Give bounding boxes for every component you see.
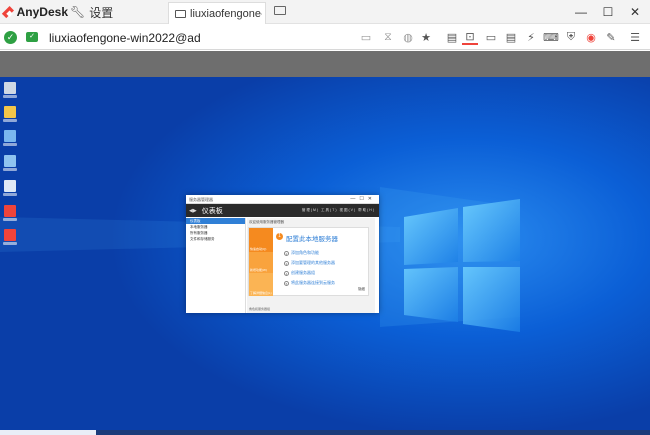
network-icon[interactable]	[3, 155, 17, 171]
permissions-icon[interactable]: ⛨	[563, 30, 579, 45]
tab-session[interactable]: liuxiaofengone-wi...	[168, 2, 266, 24]
sm-welcome-title[interactable]: 配置此本地服务器	[286, 233, 338, 243]
sm-nav-file-storage[interactable]: 文件和存储服务	[186, 236, 245, 242]
sm-step-number: 1	[276, 233, 283, 240]
address-bar: ✓ ✓ liuxiaofengone-win2022@ad ▭ ⧖ ◍ ★ ▤ …	[0, 25, 650, 50]
control-panel-icon[interactable]	[3, 180, 17, 196]
app-tab[interactable]: AnyDesk	[0, 0, 68, 24]
sm-window-controls[interactable]: —☐✕	[350, 195, 376, 204]
this-pc-icon[interactable]	[3, 130, 17, 146]
sm-main: 欢迎使用服务器管理器 快速启动(Q) 新增功能(W) 了解详细信息(L) 1 配…	[247, 218, 375, 313]
minimize-button[interactable]: —	[568, 0, 594, 24]
hamburger-menu-icon[interactable]: ☰	[627, 30, 643, 45]
folder-icon[interactable]	[3, 106, 17, 122]
sm-main-heading: 欢迎使用服务器管理器	[249, 220, 284, 224]
new-session-button[interactable]	[274, 6, 286, 15]
sm-roles-heading: 角色和服务器组	[249, 307, 271, 311]
monitor-icon[interactable]: ▭	[483, 30, 499, 45]
remote-taskbar-search[interactable]	[0, 430, 96, 435]
anydesk-logo-icon	[1, 6, 14, 18]
sm-window-title: 服务器管理器	[189, 197, 213, 202]
keyboard-icon[interactable]: ⌨	[543, 30, 559, 45]
sm-titlebar: 服务器管理器 —☐✕	[186, 195, 379, 204]
record-icon[interactable]: ◉	[583, 30, 599, 45]
anydesk-icon[interactable]	[3, 205, 17, 221]
sm-tile-quick-start[interactable]: 快速启动(Q)	[249, 228, 273, 252]
sm-back-icon[interactable]: ◀▶	[189, 208, 197, 214]
remote-taskbar	[0, 430, 650, 435]
sm-header-menu[interactable]: 管理(M) 工具(T) 视图(V) 帮助(H)	[302, 208, 375, 213]
sm-tile-whats-new[interactable]: 新增功能(W)	[249, 252, 273, 273]
tab-session-label: liuxiaofengone-wi...	[190, 7, 262, 20]
actions-icon[interactable]: ⚡	[523, 30, 539, 45]
server-manager-window[interactable]: 服务器管理器 —☐✕ ◀▶ 仪表板 管理(M) 工具(T) 视图(V) 帮助(H…	[186, 195, 379, 313]
title-bar: AnyDesk 🔧︎ 设置 liuxiaofengone-wi... — ☐ ✕	[0, 0, 650, 24]
sm-sidebar: 仪表板 本地服务器 所有服务器 文件和存储服务	[186, 218, 246, 313]
screen-ok-icon: ✓	[26, 32, 38, 42]
database-icon[interactable]: ◍	[400, 30, 416, 45]
connected-check-icon: ✓	[4, 31, 17, 44]
file-transfer-icon[interactable]: ▤	[444, 30, 460, 45]
sm-step[interactable]: 5 将此服务器连接到云服务	[284, 280, 335, 286]
remote-view-top-band	[0, 51, 650, 77]
sm-welcome-panel: 快速启动(Q) 新增功能(W) 了解详细信息(L) 1 配置此本地服务器 2 添加…	[248, 227, 369, 296]
sm-step[interactable]: 4 创建服务器组	[284, 270, 315, 276]
sm-hide-link[interactable]: 隐藏	[358, 287, 365, 292]
maximize-button[interactable]: ☐	[595, 0, 621, 24]
monitor-icon	[175, 9, 186, 18]
sm-step[interactable]: 3 添加要管理的其他服务器	[284, 260, 335, 266]
chat-bubble-icon[interactable]: ▤	[503, 30, 519, 45]
close-button[interactable]: ✕	[622, 0, 648, 24]
remote-address[interactable]: liuxiaofengone-win2022@ad	[49, 31, 201, 45]
recycle-bin-icon[interactable]	[3, 82, 17, 98]
remote-desktop-view[interactable]: 服务器管理器 —☐✕ ◀▶ 仪表板 管理(M) 工具(T) 视图(V) 帮助(H…	[0, 77, 650, 435]
app-name: AnyDesk	[16, 5, 68, 19]
wrench-icon: 🔧︎	[70, 5, 86, 19]
tab-settings[interactable]: 🔧︎ 设置	[70, 0, 113, 24]
sm-header-title: 仪表板	[201, 207, 223, 215]
chat-icon[interactable]: ▭	[358, 30, 374, 45]
sm-header: ◀▶ 仪表板 管理(M) 工具(T) 视图(V) 帮助(H)	[186, 204, 379, 217]
sm-tile-learn-more[interactable]: 了解详细信息(L)	[249, 273, 273, 296]
star-icon[interactable]: ★	[418, 30, 434, 45]
display-icon[interactable]: ⊡	[462, 30, 478, 45]
tab-settings-label: 设置	[89, 5, 114, 20]
anydesk-icon[interactable]	[3, 229, 17, 245]
hourglass-icon[interactable]: ⧖	[380, 30, 396, 45]
pen-icon[interactable]: ✎	[603, 30, 619, 45]
sm-step[interactable]: 2 添加角色和功能	[284, 250, 319, 256]
